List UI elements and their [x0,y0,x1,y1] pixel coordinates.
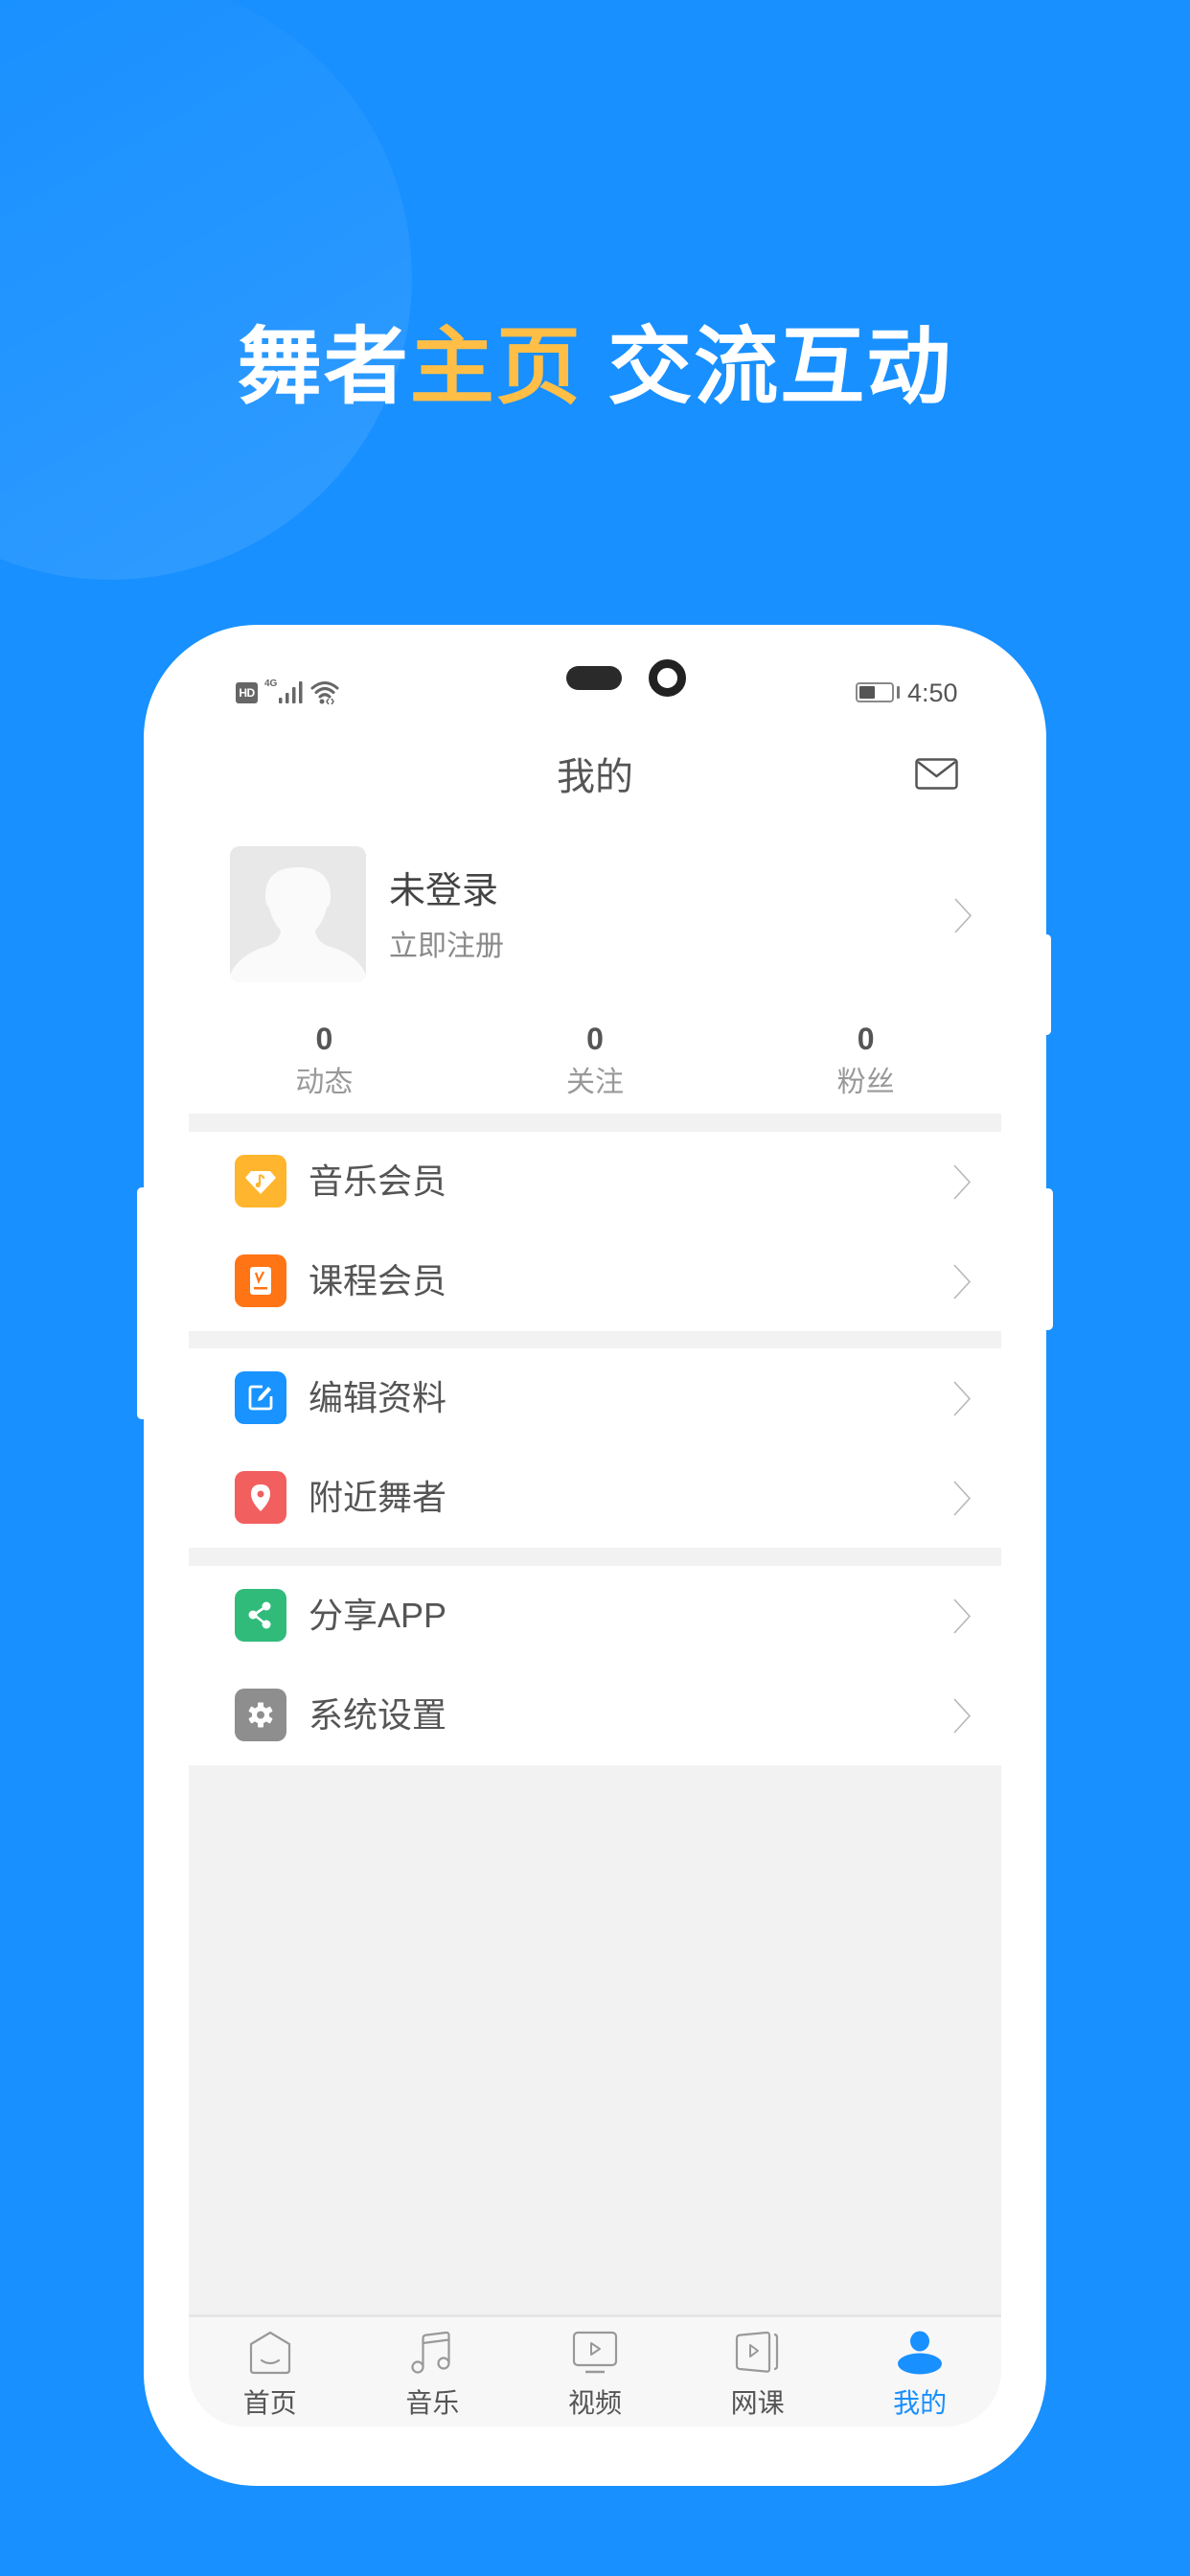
tab-home[interactable]: 首页 [189,2317,352,2426]
chevron-right-icon[interactable] [953,898,973,933]
menu-section-profile: 编辑资料 附近舞者 [189,1348,1001,1548]
battery-terminal [897,686,900,699]
home-icon [249,2331,290,2375]
bottom-tab-bar: 首页 音乐 视频 网课 我的 [189,2314,1001,2426]
tab-label: 音乐 [405,2388,460,2418]
screen-content: 音乐会员 课程会员 编辑资料 附近舞者 分享APP 系统设置 首页 音乐 视频 … [189,1114,1001,2426]
stat-posts[interactable]: 0 动态 [189,1020,460,1102]
menu-item-nearby-dancers[interactable]: 附近舞者 [189,1448,1001,1548]
course-vip-icon [235,1254,286,1307]
phone-mockup: HD 4G 4:50 我的 未登录 立即注册 0 动态 0 关注 0 粉丝 音乐… [144,625,1046,2486]
menu-section-system: 分享APP 系统设置 [189,1566,1001,1765]
menu-item-label: 分享APP [309,1596,447,1635]
hd-badge: HD [236,682,258,703]
menu-item-share-app[interactable]: 分享APP [189,1566,1001,1666]
battery-icon [856,682,894,702]
location-pin-icon [235,1471,286,1524]
video-icon [572,2331,618,2374]
chevron-right-icon [953,1164,972,1200]
avatar[interactable] [230,846,366,982]
tab-online-course[interactable]: 网课 [676,2317,839,2426]
tab-label: 我的 [893,2388,948,2418]
stat-followers[interactable]: 0 粉丝 [730,1020,1001,1102]
tab-video[interactable]: 视频 [514,2317,676,2426]
edit-profile-icon [235,1371,286,1424]
tab-mine[interactable]: 我的 [838,2317,1001,2426]
battery-level-fill [859,686,875,699]
cellular-signal-icon [279,681,303,703]
menu-item-label: 课程会员 [309,1261,447,1300]
music-note-icon [411,2331,450,2374]
menu-item-label: 编辑资料 [309,1378,447,1417]
front-camera [649,659,686,697]
stat-label: 关注 [566,1067,624,1098]
tab-label: 网课 [730,2388,785,2418]
menu-item-course-vip[interactable]: 课程会员 [189,1231,1001,1331]
promo-headline: 舞者主页 交流互动 [0,319,1190,415]
headline-highlight: 主页 [409,319,583,414]
network-type: 4G [264,678,278,689]
stat-value: 0 [857,1022,875,1056]
person-icon [898,2331,943,2375]
stat-following[interactable]: 0 关注 [460,1020,731,1102]
music-vip-icon [235,1155,286,1208]
wifi-icon [310,681,339,704]
front-sensor-pill [566,666,622,690]
profile-stats: 0 动态 0 关注 0 粉丝 [189,1020,1001,1102]
default-avatar-icon [230,867,366,982]
menu-section-membership: 音乐会员 课程会员 [189,1132,1001,1331]
page-title: 我的 [557,756,633,798]
tab-music[interactable]: 音乐 [352,2317,515,2426]
share-icon [235,1589,286,1642]
stat-label: 粉丝 [836,1067,895,1098]
menu-item-label: 系统设置 [309,1695,447,1735]
online-course-icon [735,2331,778,2373]
chevron-right-icon [953,1381,972,1416]
stat-value: 0 [315,1022,333,1056]
menu-item-edit-profile[interactable]: 编辑资料 [189,1348,1001,1448]
status-time: 4:50 [907,678,958,707]
chevron-right-icon [953,1481,972,1516]
mail-icon[interactable] [915,758,958,790]
menu-item-music-vip[interactable]: 音乐会员 [189,1132,1001,1231]
stat-value: 0 [586,1022,604,1056]
profile-name[interactable]: 未登录 [389,869,498,913]
chevron-right-icon [953,1698,972,1734]
chevron-right-icon [953,1598,972,1634]
headline-part-3: 交流互动 [582,319,953,414]
menu-item-label: 音乐会员 [309,1162,447,1201]
chevron-right-icon [953,1264,972,1300]
headline-part-1: 舞者 [237,319,410,414]
background-decor-circle [0,0,412,580]
tab-label: 首页 [242,2388,297,2418]
menu-item-label: 附近舞者 [309,1478,447,1517]
tab-label: 视频 [567,2388,622,2418]
register-link[interactable]: 立即注册 [389,928,504,966]
settings-gear-icon [235,1689,286,1741]
stat-label: 动态 [295,1067,354,1098]
menu-item-system-settings[interactable]: 系统设置 [189,1666,1001,1765]
